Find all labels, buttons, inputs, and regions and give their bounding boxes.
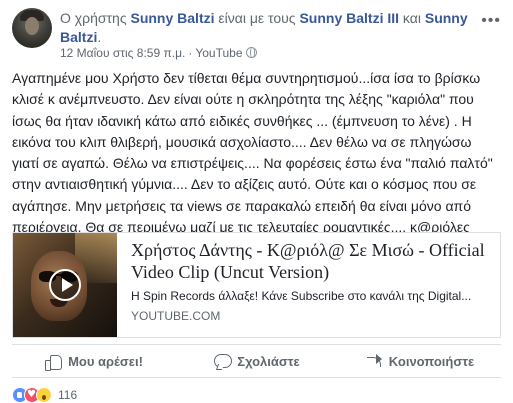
header-conjunction: και	[402, 10, 421, 26]
facebook-post: Ο χρήστης Sunny Baltzi είναι με τους Sun…	[0, 0, 513, 403]
meta-separator: ·	[188, 46, 193, 60]
share-button-label: Κοινοποιήστε	[388, 353, 475, 369]
header-end: .	[97, 29, 102, 45]
link-card-domain: YOUTUBE.COM	[131, 309, 221, 323]
post-paragraph: Αγαπημένε μου Χρήστο δεν τίθεται θέμα συ…	[12, 70, 493, 236]
reactions-count[interactable]: 116	[58, 388, 77, 402]
author-name-link[interactable]: Sunny Baltzi	[130, 10, 214, 26]
link-card-text[interactable]: Χρήστος Δάντης - Κ@ριόλ@ Σε Μισώ - Offic…	[131, 239, 495, 323]
link-card-title[interactable]: Χρήστος Δάντης - Κ@ριόλ@ Σε Μισώ - Offic…	[131, 239, 495, 283]
tagged-user-link-1[interactable]: Sunny Baltzi III	[299, 10, 399, 26]
reactions-summary[interactable]: 116	[12, 386, 77, 403]
play-icon[interactable]	[49, 269, 81, 301]
avatar-face-shape	[25, 17, 39, 35]
comment-button[interactable]: Σχολιάστε	[175, 345, 338, 377]
comment-bubble-icon	[213, 352, 233, 370]
wow-reaction-icon	[36, 387, 52, 403]
author-avatar[interactable]	[12, 8, 52, 48]
like-button-label: Μου αρέσει!	[68, 353, 143, 369]
link-card-description: Η Spin Records άλλαξε! Κάνε Subscribe στ…	[131, 289, 472, 303]
comment-button-label: Σχολιάστε	[237, 353, 300, 369]
post-header-line: Ο χρήστης Sunny Baltzi είναι με τους Sun…	[60, 9, 480, 47]
header-prefix: Ο χρήστης	[60, 10, 127, 26]
globe-privacy-icon	[245, 47, 257, 58]
link-preview-card[interactable]: Χρήστος Δάντης - Κ@ριόλ@ Σε Μισώ - Offic…	[12, 232, 501, 338]
post-action-bar: Μου αρέσει! Σχολιάστε Κοινοποιήστε	[12, 344, 501, 378]
like-button[interactable]: Μου αρέσει!	[12, 345, 175, 377]
share-button[interactable]: Κοινοποιήστε	[338, 345, 501, 377]
post-body-text: Αγαπημένε μου Χρήστο δεν τίθεται θέμα συ…	[12, 68, 502, 238]
post-meta: 12 Μαΐου στις 8:59 π.μ. · YouTube	[60, 46, 257, 60]
thumbs-up-icon	[44, 352, 63, 371]
post-timestamp-link[interactable]: 12 Μαΐου στις 8:59 π.μ.	[60, 46, 185, 60]
header-middle: είναι με τους	[218, 10, 296, 26]
post-options-menu-icon[interactable]: •••	[481, 12, 501, 30]
post-source: YouTube	[195, 46, 243, 60]
share-arrow-icon	[365, 352, 383, 370]
video-thumbnail[interactable]	[13, 233, 117, 337]
